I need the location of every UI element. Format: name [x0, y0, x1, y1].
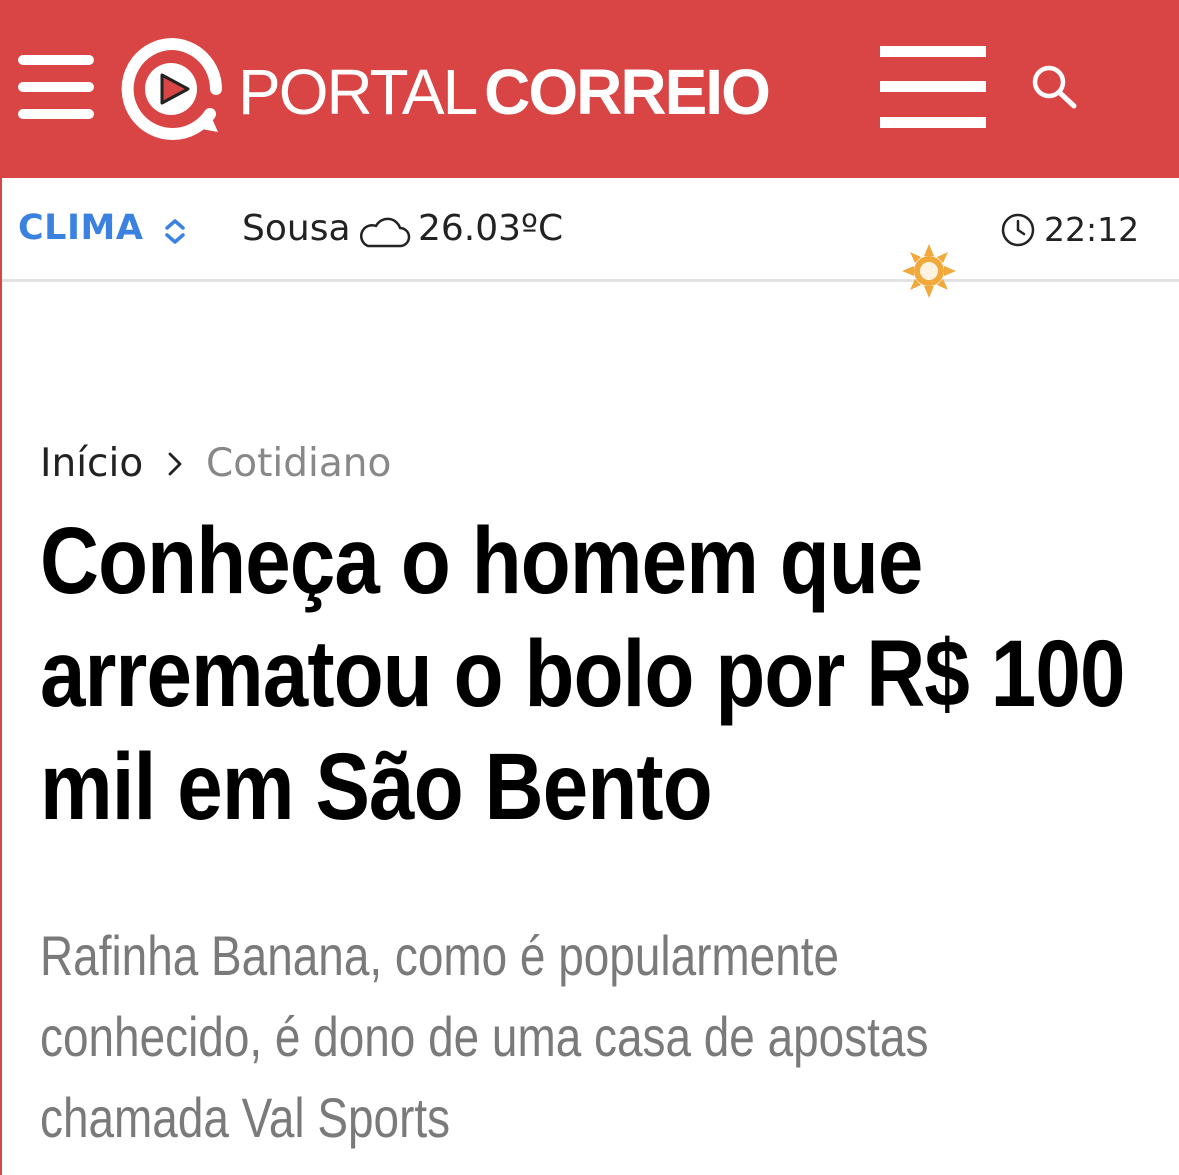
chevron-updown-icon[interactable]	[158, 214, 192, 248]
breadcrumb-home-link[interactable]: Início	[40, 441, 143, 486]
weather-city: Sousa	[242, 208, 351, 249]
menu-bars-icon[interactable]	[880, 46, 986, 128]
cloud-icon	[359, 217, 411, 248]
portal-play-logo-icon[interactable]	[118, 36, 224, 142]
clima-label[interactable]: CLIMA	[18, 208, 143, 248]
menu-icon[interactable]	[18, 55, 94, 119]
current-time: 22:12	[1044, 210, 1140, 249]
logo-text-correio: CORREIO	[484, 56, 771, 128]
site-logo[interactable]: PORTAL CORREIO	[238, 52, 771, 132]
page: PORTALCORREIO CLIMA Sousa 26.03ºC 22:12	[0, 0, 1179, 1175]
weather-temperature: 26.03ºC	[418, 208, 564, 249]
sun-icon	[902, 244, 956, 298]
article-subtitle: Rafinha Banana, como é popularmente conh…	[40, 924, 929, 1149]
clock-icon	[1001, 213, 1035, 247]
logo-text-portal: PORTAL	[238, 56, 478, 128]
breadcrumb: Início Cotidiano	[40, 440, 391, 488]
search-icon[interactable]	[1024, 58, 1086, 116]
chevron-right-icon	[168, 452, 182, 476]
article-headline: Conheça o homem que arrematou o bolo por…	[40, 508, 1125, 840]
breadcrumb-section-link[interactable]: Cotidiano	[206, 441, 391, 486]
weather-bar: CLIMA Sousa 26.03ºC 22:12	[2, 178, 1179, 282]
site-header: PORTAL CORREIO	[2, 0, 1179, 178]
